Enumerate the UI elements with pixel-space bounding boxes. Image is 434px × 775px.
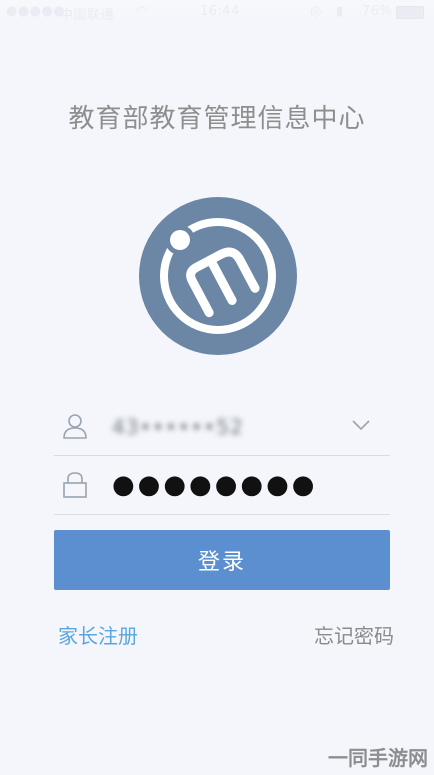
password-field[interactable]: ●●●●●●●● [54,456,390,515]
watermark-logo: 一同手游网 [328,746,428,770]
status-bar: ●●●●● 中国联通 ◠ 16:44 ◎ ▮ 76% [0,0,434,24]
username-field[interactable]: 43••••••52 [54,397,390,456]
chevron-down-icon[interactable] [352,419,370,431]
forgot-password-link[interactable]: 忘记密码 [314,620,394,649]
wifi-icon: ◠ [136,4,148,19]
user-icon [63,414,87,439]
battery-percent: 76% [362,4,393,19]
signal-strength-icon: ●●●●● [6,4,66,19]
login-button[interactable]: 登录 [54,530,390,590]
app-logo-icon [139,197,297,355]
alarm-icon: ◎ [310,4,322,19]
password-input[interactable]: ●●●●●●●● [112,470,318,500]
username-input[interactable]: 43••••••52 [112,415,244,439]
parent-register-link[interactable]: 家长注册 [58,620,138,649]
login-screen: ●●●●● 中国联通 ◠ 16:44 ◎ ▮ 76% 教育部教育管理信息中心 4… [0,0,434,775]
lock-icon: ▮ [336,4,344,19]
carrier-name: 中国联通 [60,8,115,23]
app-title: 教育部教育管理信息中心 [68,104,366,134]
lock-icon [63,472,87,498]
battery-icon [396,6,424,19]
status-time: 16:44 [200,4,240,19]
